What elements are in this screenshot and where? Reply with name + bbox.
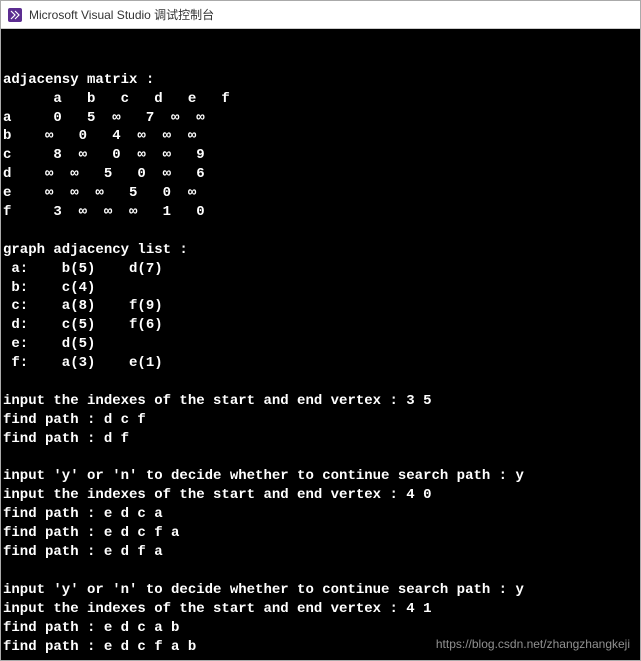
console-line: input the indexes of the start and end v… (3, 600, 638, 619)
console-line (3, 449, 638, 468)
console-line (3, 373, 638, 392)
console-line: b ∞ 0 4 ∞ ∞ ∞ (3, 127, 638, 146)
console-lines: adjacensy matrix : a b c d e fa 0 5 ∞ 7 … (3, 71, 638, 657)
console-line: e ∞ ∞ ∞ 5 0 ∞ (3, 184, 638, 203)
console-line: e: d(5) (3, 335, 638, 354)
console-line: d: c(5) f(6) (3, 316, 638, 335)
console-line: graph adjacency list : (3, 241, 638, 260)
console-line: input the indexes of the start and end v… (3, 486, 638, 505)
console-line: find path : e d c f a (3, 524, 638, 543)
window-title: Microsoft Visual Studio 调试控制台 (29, 6, 214, 23)
titlebar[interactable]: Microsoft Visual Studio 调试控制台 (1, 1, 640, 29)
watermark-text: https://blog.csdn.net/zhangzhangkeji (436, 636, 630, 652)
console-line: a: b(5) d(7) (3, 260, 638, 279)
console-line: input 'y' or 'n' to decide whether to co… (3, 467, 638, 486)
app-icon (7, 7, 23, 23)
console-line (3, 562, 638, 581)
console-output[interactable]: adjacensy matrix : a b c d e fa 0 5 ∞ 7 … (1, 29, 640, 660)
console-line: find path : e d c a b (3, 619, 638, 638)
console-line: a b c d e f (3, 90, 638, 109)
console-line: c 8 ∞ 0 ∞ ∞ 9 (3, 146, 638, 165)
console-line: d ∞ ∞ 5 0 ∞ 6 (3, 165, 638, 184)
console-line: input the indexes of the start and end v… (3, 392, 638, 411)
console-line: a 0 5 ∞ 7 ∞ ∞ (3, 109, 638, 128)
console-line: c: a(8) f(9) (3, 297, 638, 316)
console-line: input 'y' or 'n' to decide whether to co… (3, 581, 638, 600)
console-line: find path : d f (3, 430, 638, 449)
console-line: f 3 ∞ ∞ ∞ 1 0 (3, 203, 638, 222)
console-line: f: a(3) e(1) (3, 354, 638, 373)
console-line: find path : d c f (3, 411, 638, 430)
console-line (3, 222, 638, 241)
console-line: adjacensy matrix : (3, 71, 638, 90)
app-window: Microsoft Visual Studio 调试控制台 adjacensy … (0, 0, 641, 661)
console-line: find path : e d f a (3, 543, 638, 562)
console-line: b: c(4) (3, 279, 638, 298)
console-line: find path : e d c a (3, 505, 638, 524)
